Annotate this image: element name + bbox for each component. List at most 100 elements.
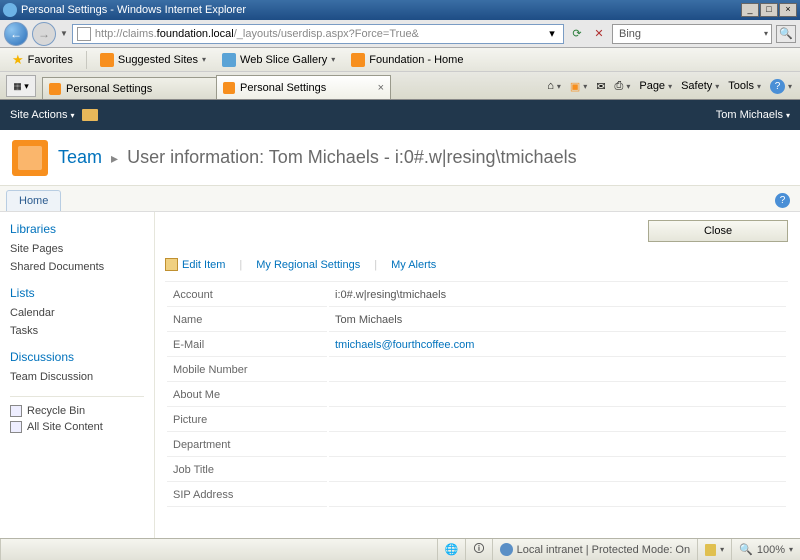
favorites-button[interactable]: ★Favorites <box>6 50 79 70</box>
nav-history-dropdown[interactable]: ▼ <box>60 29 68 38</box>
zoom-value: 100% <box>757 544 785 556</box>
property-value <box>329 359 786 382</box>
top-nav-bar: Home ? <box>0 186 800 212</box>
tools-menu[interactable]: Tools▾ <box>728 80 761 92</box>
property-label: Department <box>167 434 327 457</box>
tab-0[interactable]: Personal Settings <box>42 77 217 99</box>
refresh-button[interactable]: ⟳ <box>568 25 586 43</box>
minimize-button[interactable]: _ <box>741 3 759 17</box>
property-label: Mobile Number <box>167 359 327 382</box>
address-bar[interactable]: http://claims.foundation.local/_layouts/… <box>72 24 564 44</box>
suggested-icon <box>100 53 114 67</box>
page-title: Team ▸ User information: Tom Michaels - … <box>58 147 577 168</box>
quick-tabs-button[interactable]: ▦ ▾ <box>6 75 36 97</box>
sidebar-item-shared-documents[interactable]: Shared Documents <box>10 258 144 276</box>
item-toolbar: Edit Item | My Regional Settings | My Al… <box>165 242 788 282</box>
nav-toolbar: ← → ▼ http://claims.foundation.local/_la… <box>0 20 800 48</box>
protected-mode-dropdown[interactable]: ▾ <box>697 539 731 560</box>
property-label: About Me <box>167 384 327 407</box>
sidebar-item-tasks[interactable]: Tasks <box>10 322 144 340</box>
stop-button[interactable]: ✕ <box>590 25 608 43</box>
tab-close-button[interactable]: × <box>378 82 384 94</box>
safety-menu[interactable]: Safety▾ <box>681 80 719 92</box>
search-input[interactable] <box>619 28 761 40</box>
feeds-button[interactable]: ▣▾ <box>570 80 587 93</box>
zoom-control[interactable]: 🔍100%▾ <box>731 539 800 560</box>
page-menu[interactable]: Page▾ <box>639 80 672 92</box>
ie-icon <box>3 3 17 17</box>
print-button[interactable]: ⎙▾ <box>615 80 631 93</box>
status-bar: 🌐 🛈 Local intranet | Protected Mode: On … <box>0 538 800 560</box>
sidebar-item-site-pages[interactable]: Site Pages <box>10 240 144 258</box>
property-value: Tom Michaels <box>329 309 786 332</box>
all-site-content-link[interactable]: All Site Content <box>10 419 144 435</box>
url-scheme: http://claims. <box>95 28 157 40</box>
page-title-text: User information: Tom Michaels - i:0#.w|… <box>127 147 577 167</box>
help-icon: ? <box>770 79 785 94</box>
recycle-label: Recycle Bin <box>27 405 85 417</box>
sp-help-button[interactable]: ? <box>775 193 790 208</box>
read-mail-button[interactable]: ✉ <box>596 80 605 93</box>
lists-heading[interactable]: Lists <box>10 286 144 300</box>
favorites-label: Favorites <box>28 54 73 66</box>
maximize-button[interactable]: □ <box>760 3 778 17</box>
page-body: Libraries Site Pages Shared Documents Li… <box>0 212 800 544</box>
foundation-home-link[interactable]: Foundation - Home <box>345 51 469 69</box>
safety-menu-label: Safety <box>681 80 712 92</box>
property-label: Name <box>167 309 327 332</box>
popup-blocker-icon[interactable]: 🌐 <box>437 539 466 560</box>
forward-button[interactable]: → <box>32 22 56 46</box>
favorites-bar: ★Favorites Suggested Sites▾ Web Slice Ga… <box>0 48 800 72</box>
edit-item-label: Edit Item <box>182 259 225 271</box>
close-window-button[interactable]: × <box>779 3 797 17</box>
address-dropdown[interactable]: ▾ <box>545 27 559 40</box>
property-value[interactable]: tmichaels@fourthcoffee.com <box>329 334 786 357</box>
foundation-icon <box>351 53 365 67</box>
tab-bar: ▦ ▾ Personal Settings Personal Settings … <box>0 72 800 100</box>
property-label: Job Title <box>167 459 327 482</box>
command-bar: ⌂▾ ▣▾ ✉ ⎙▾ Page▾ Safety▾ Tools▾ ?▾ <box>547 73 800 99</box>
sidebar-item-team-discussion[interactable]: Team Discussion <box>10 368 144 386</box>
web-slice-link[interactable]: Web Slice Gallery▾ <box>216 51 341 69</box>
info-icon: 🛈 <box>473 540 484 559</box>
site-logo[interactable] <box>12 140 48 176</box>
regional-settings-link[interactable]: My Regional Settings <box>256 259 360 271</box>
tab-label: Personal Settings <box>66 83 152 95</box>
property-value <box>329 484 786 507</box>
tab-1[interactable]: Personal Settings × <box>216 75 391 99</box>
separator: | <box>239 259 242 271</box>
suggested-sites-link[interactable]: Suggested Sites▾ <box>94 51 212 69</box>
team-link[interactable]: Team <box>58 147 102 167</box>
url-host: foundation.local <box>157 28 234 40</box>
search-provider-dropdown[interactable]: ▾ <box>764 29 768 38</box>
quick-launch: Libraries Site Pages Shared Documents Li… <box>0 212 155 544</box>
edit-item-link[interactable]: Edit Item <box>165 258 225 271</box>
property-label: E-Mail <box>167 334 327 357</box>
edit-icon <box>165 258 178 271</box>
user-menu[interactable]: Tom Michaels ▾ <box>716 109 790 121</box>
browse-icon[interactable] <box>82 109 98 121</box>
page-icon <box>77 27 91 41</box>
cert-icon[interactable]: 🛈 <box>465 539 491 560</box>
property-row: Mobile Number <box>167 359 786 382</box>
site-actions-menu[interactable]: Site Actions ▾ <box>10 109 75 121</box>
my-alerts-link[interactable]: My Alerts <box>391 259 436 271</box>
recycle-bin-link[interactable]: Recycle Bin <box>10 403 144 419</box>
libraries-heading[interactable]: Libraries <box>10 222 144 236</box>
recycle-icon <box>10 405 22 417</box>
home-icon: ⌂ <box>547 80 554 92</box>
search-box[interactable]: ▾ <box>612 24 772 44</box>
zone-indicator[interactable]: Local intranet | Protected Mode: On <box>492 539 697 560</box>
close-button[interactable]: Close <box>648 220 788 242</box>
back-button[interactable]: ← <box>4 22 28 46</box>
home-tab[interactable]: Home <box>6 190 61 211</box>
window-title: Personal Settings - Windows Internet Exp… <box>21 4 246 16</box>
help-menu[interactable]: ?▾ <box>770 79 792 94</box>
property-value: i:0#.w|resing\tmichaels <box>329 284 786 307</box>
rss-icon: ▣ <box>570 80 580 93</box>
sidebar-item-calendar[interactable]: Calendar <box>10 304 144 322</box>
discussions-heading[interactable]: Discussions <box>10 350 144 364</box>
search-go-button[interactable]: 🔍 <box>776 25 796 43</box>
home-split-button[interactable]: ⌂▾ <box>547 80 561 92</box>
property-label: Picture <box>167 409 327 432</box>
